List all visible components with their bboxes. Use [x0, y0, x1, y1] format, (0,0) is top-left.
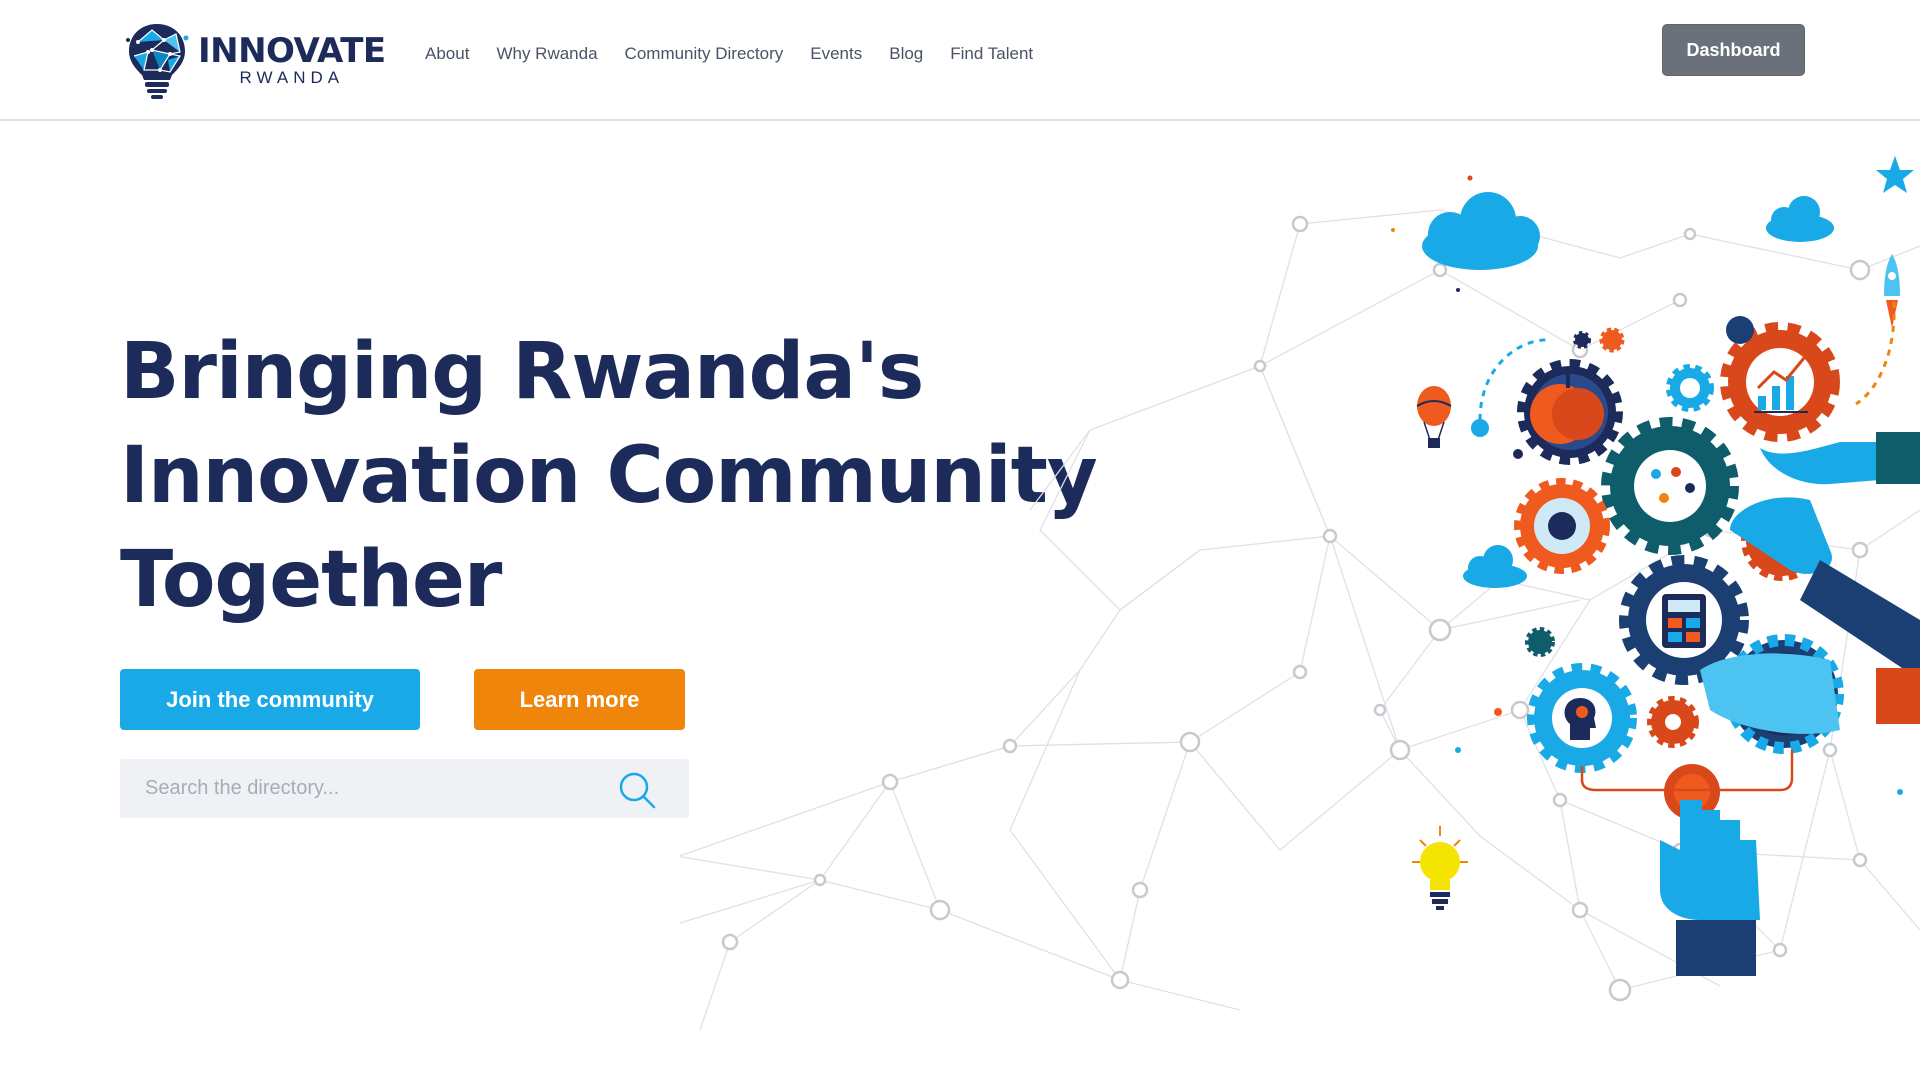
search-icon[interactable] — [616, 769, 658, 811]
learn-more-button[interactable]: Learn more — [474, 669, 685, 730]
gear-icon — [1666, 364, 1714, 412]
brand-name: INNOVATE — [198, 31, 386, 71]
hot-air-balloon-icon — [1416, 386, 1452, 448]
star-icon — [1876, 156, 1914, 193]
nav-item-blog[interactable]: Blog — [889, 42, 923, 66]
dashboard-button[interactable]: Dashboard — [1662, 24, 1805, 76]
nav-item-events[interactable]: Events — [810, 42, 862, 66]
calculator-icon — [1662, 594, 1706, 648]
nav-item-why-rwanda[interactable]: Why Rwanda — [496, 42, 597, 66]
gear-icon — [1601, 417, 1739, 555]
gear-icon — [1720, 322, 1840, 442]
innovation-illustration — [680, 156, 1920, 1030]
gear-icon — [1647, 696, 1699, 748]
brand-logo[interactable]: INNOVATE RWANDA — [124, 20, 386, 100]
brand-subname: RWANDA — [239, 68, 345, 87]
nav-item-about[interactable]: About — [425, 42, 469, 66]
lightbulb-icon — [1412, 826, 1468, 910]
nav-item-find-talent[interactable]: Find Talent — [950, 42, 1033, 66]
nav-item-community-directory[interactable]: Community Directory — [625, 42, 784, 66]
hand-icon — [1660, 764, 1760, 976]
site-header: INNOVATE RWANDA About Why Rwanda Communi… — [0, 0, 1920, 121]
search-input[interactable] — [120, 759, 620, 818]
directory-search-box — [120, 759, 689, 818]
brand-wordmark: INNOVATE RWANDA — [198, 33, 386, 87]
cloud-icon — [1422, 192, 1540, 270]
join-community-button[interactable]: Join the community — [120, 669, 420, 730]
cloud-icon — [1463, 545, 1527, 588]
cloud-icon — [1766, 196, 1834, 242]
lightbulb-logo-icon — [126, 24, 189, 99]
rocket-icon — [1884, 254, 1900, 328]
gear-icon — [1514, 478, 1610, 574]
hand-icon — [1760, 432, 1920, 485]
main-nav: About Why Rwanda Community Directory Eve… — [425, 42, 1060, 66]
gear-icon — [1525, 627, 1555, 657]
